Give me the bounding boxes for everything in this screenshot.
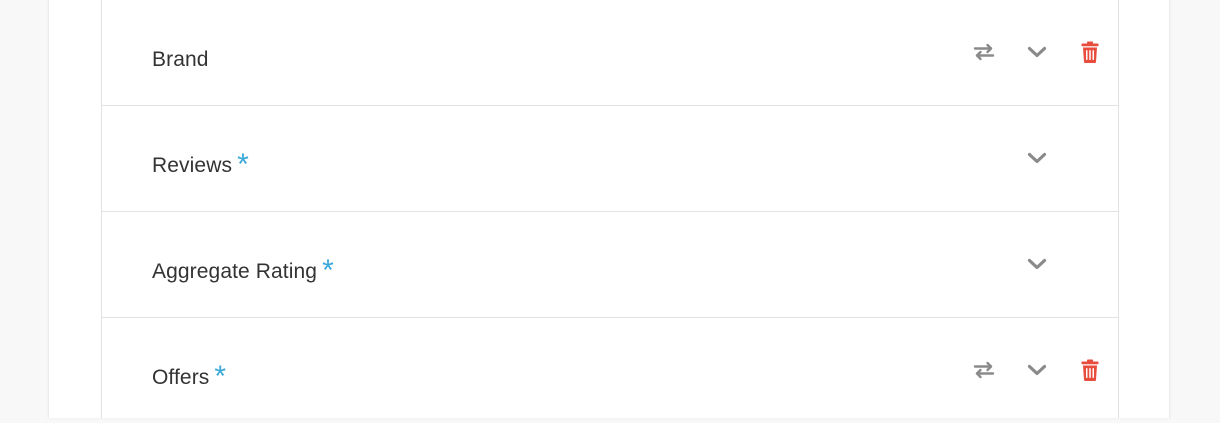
swap-button[interactable] <box>970 356 998 384</box>
expand-button[interactable] <box>1023 250 1051 278</box>
row-actions <box>998 144 1104 172</box>
field-list: Brand Reviews * Aggregate Rating * Offer… <box>101 0 1119 418</box>
field-row-brand[interactable]: Brand <box>102 0 1118 106</box>
field-row-reviews[interactable]: Reviews * <box>102 106 1118 212</box>
chevron-down-icon <box>1027 364 1047 376</box>
chevron-down-icon <box>1027 258 1047 270</box>
row-actions <box>945 38 1104 66</box>
field-label-text: Reviews <box>152 154 233 177</box>
field-label-offers: Offers * <box>152 362 226 392</box>
swap-icon <box>973 43 995 61</box>
field-row-offers[interactable]: Offers * <box>102 318 1118 423</box>
swap-icon <box>973 361 995 379</box>
row-actions <box>945 356 1104 384</box>
field-label-brand: Brand <box>152 48 214 72</box>
editor-panel: Brand Reviews * Aggregate Rating * Offer… <box>48 0 1170 418</box>
expand-button[interactable] <box>1023 356 1051 384</box>
expand-button[interactable] <box>1023 144 1051 172</box>
field-label-text: Brand <box>152 48 209 71</box>
trash-icon <box>1081 359 1099 381</box>
chevron-down-icon <box>1027 46 1047 58</box>
swap-button[interactable] <box>970 38 998 66</box>
trash-icon <box>1081 41 1099 63</box>
field-label-text: Offers <box>152 366 210 389</box>
required-star: * <box>322 254 334 287</box>
expand-button[interactable] <box>1023 38 1051 66</box>
required-star: * <box>237 148 249 181</box>
field-row-aggregate-rating[interactable]: Aggregate Rating * <box>102 212 1118 318</box>
chevron-down-icon <box>1027 152 1047 164</box>
delete-button[interactable] <box>1076 38 1104 66</box>
required-star: * <box>214 360 227 393</box>
delete-button[interactable] <box>1076 356 1104 384</box>
field-label-reviews: Reviews * <box>152 150 249 180</box>
field-label-aggregate-rating: Aggregate Rating * <box>152 256 334 286</box>
row-actions <box>998 250 1104 278</box>
field-label-text: Aggregate Rating <box>152 260 318 283</box>
